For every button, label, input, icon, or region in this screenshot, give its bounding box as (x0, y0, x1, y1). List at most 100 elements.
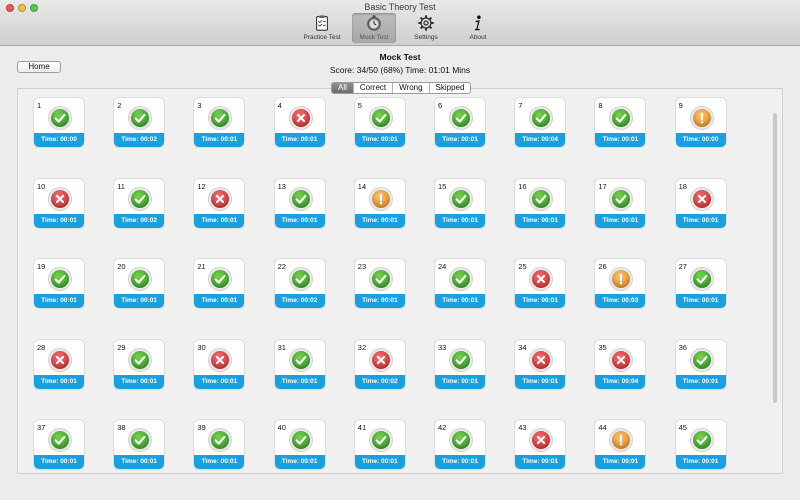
question-tile[interactable]: 27 Time: 00:01 (674, 258, 727, 309)
filter-wrong[interactable]: Wrong (393, 83, 430, 93)
question-number: 24 (438, 262, 447, 271)
window-titlebar: Basic Theory Test Practice Test Mock Tes… (0, 0, 800, 46)
question-tile[interactable]: 15 Time: 00:01 (434, 177, 486, 229)
question-tile[interactable]: 28 Time: 00:01 (33, 338, 85, 390)
page-title: Mock Test (379, 52, 421, 62)
question-tile[interactable]: 11 Time: 00:02 (113, 177, 166, 229)
question-tile[interactable]: 19 Time: 00:01 (33, 258, 85, 309)
status-badge (450, 348, 472, 371)
question-tile[interactable]: 4 Time: 00:01 (273, 97, 326, 148)
question-tile[interactable]: 18 Time: 00:01 (674, 177, 727, 229)
question-tile[interactable]: 20 Time: 00:01 (113, 258, 166, 309)
question-tile[interactable]: 40 Time: 00:01 (273, 419, 326, 470)
question-number: 20 (117, 262, 126, 271)
check-icon (214, 435, 226, 445)
question-number: 40 (277, 423, 286, 432)
status-badge (450, 107, 472, 129)
status-badge (129, 348, 152, 371)
filter-skipped[interactable]: Skipped (430, 83, 471, 93)
status-badge (690, 268, 713, 290)
vertical-scrollbar[interactable] (773, 113, 777, 403)
question-tile[interactable]: 25 Time: 00:01 (514, 258, 567, 309)
toolbar-about[interactable]: About (456, 13, 500, 43)
question-tile[interactable]: 41 Time: 00:01 (353, 419, 406, 470)
question-tile[interactable]: 2 Time: 00:02 (113, 97, 166, 148)
question-tile[interactable]: 24 Time: 00:01 (434, 258, 486, 309)
check-icon (455, 355, 467, 365)
question-number: 37 (37, 423, 46, 432)
filter-all[interactable]: All (332, 83, 354, 93)
toolbar-mock-test[interactable]: Mock Test (352, 13, 396, 43)
question-time: Time: 00:01 (274, 213, 325, 228)
question-time: Time: 00:01 (274, 455, 325, 469)
question-number: 25 (518, 262, 527, 271)
check-icon (535, 194, 547, 204)
status-badge (49, 187, 71, 210)
check-icon (375, 113, 387, 123)
question-tile[interactable]: 16 Time: 00:01 (514, 177, 567, 229)
question-number: 29 (117, 342, 126, 352)
question-time: Time: 00:01 (34, 374, 84, 389)
question-tile[interactable]: 8 Time: 00:01 (594, 97, 647, 148)
cross-icon (216, 355, 225, 364)
status-badge (289, 268, 312, 290)
check-icon (696, 274, 708, 284)
question-tile[interactable]: 38 Time: 00:01 (113, 419, 166, 470)
check-icon (295, 274, 307, 284)
question-tile[interactable]: 10 Time: 00:01 (33, 177, 85, 229)
question-tile[interactable]: 12 Time: 00:01 (193, 177, 246, 229)
question-tile[interactable]: 1 Time: 00:00 (33, 97, 85, 148)
question-tile[interactable]: 22 Time: 00:02 (273, 258, 326, 309)
question-tile[interactable]: 44 Time: 00:01 (594, 419, 647, 470)
question-tile[interactable]: 5 Time: 00:01 (353, 97, 406, 148)
question-number: 7 (518, 101, 523, 110)
filter-correct[interactable]: Correct (354, 83, 394, 93)
cross-icon (55, 355, 65, 364)
question-tile[interactable]: 21 Time: 00:01 (193, 258, 246, 309)
question-tile[interactable]: 29 Time: 00:01 (113, 338, 166, 390)
status-badge (530, 187, 553, 210)
question-tile[interactable]: 23 Time: 00:01 (353, 258, 406, 309)
status-badge (690, 107, 713, 129)
question-tile[interactable]: 35 Time: 00:04 (594, 338, 647, 390)
question-tile[interactable]: 33 Time: 00:01 (434, 338, 486, 390)
question-time: Time: 00:01 (194, 374, 245, 389)
question-tile[interactable]: 43 Time: 00:01 (514, 419, 567, 470)
question-tile[interactable]: 3 Time: 00:01 (193, 97, 246, 148)
question-tile[interactable]: 30 Time: 00:01 (193, 338, 246, 390)
check-icon (134, 113, 146, 123)
question-tile[interactable]: 26 Time: 00:03 (594, 258, 647, 309)
question-tile[interactable]: 42 Time: 00:01 (434, 419, 486, 470)
score-summary: Score: 34/50 (68%) Time: 01:01 Mins (329, 65, 471, 75)
question-tile[interactable]: 32 Time: 00:02 (353, 338, 406, 390)
question-time: Time: 00:01 (435, 133, 485, 147)
status-badge (209, 107, 232, 129)
question-tile[interactable]: 9 Time: 00:00 (674, 97, 727, 148)
question-tile[interactable]: 37 Time: 00:01 (33, 419, 85, 470)
question-tile[interactable]: 7 Time: 00:04 (514, 97, 567, 148)
question-tile[interactable]: 34 Time: 00:01 (514, 338, 567, 390)
question-number: 10 (37, 181, 46, 191)
status-badge (289, 107, 312, 129)
question-number: 13 (277, 181, 286, 191)
check-icon (375, 435, 387, 445)
question-tile[interactable]: 6 Time: 00:01 (434, 97, 486, 148)
check-icon (696, 355, 708, 365)
check-icon (455, 113, 467, 123)
question-tile[interactable]: 31 Time: 00:01 (273, 338, 326, 390)
status-badge (690, 348, 713, 371)
question-tile[interactable]: 36 Time: 00:01 (674, 338, 727, 390)
status-badge (610, 268, 633, 290)
status-badge (129, 187, 152, 210)
status-badge (530, 268, 553, 290)
toolbar-settings-label: Settings (414, 34, 438, 41)
toolbar-practice-test[interactable]: Practice Test (300, 13, 344, 43)
question-tile[interactable]: 17 Time: 00:01 (594, 177, 647, 229)
question-time: Time: 00:02 (114, 133, 165, 147)
question-tile[interactable]: 45 Time: 00:01 (674, 419, 727, 470)
question-tile[interactable]: 14 Time: 00:01 (353, 177, 406, 229)
toolbar-settings[interactable]: Settings (404, 13, 448, 43)
question-tile[interactable]: 39 Time: 00:01 (193, 419, 246, 470)
question-tile[interactable]: 13 Time: 00:01 (273, 177, 326, 229)
clock-icon (367, 15, 381, 31)
